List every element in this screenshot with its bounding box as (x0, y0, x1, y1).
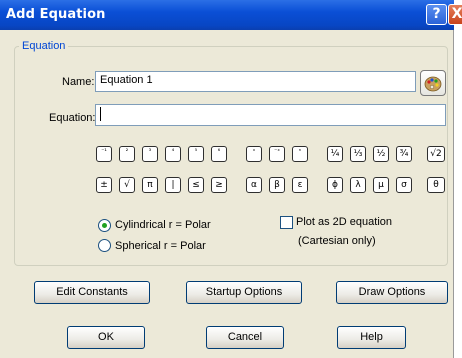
symbol-button-abs[interactable]: | (165, 177, 181, 193)
equation-input[interactable] (95, 104, 446, 126)
ok-button[interactable]: OK (67, 326, 145, 349)
symbol-button-three-quarters[interactable]: ¾ (396, 146, 412, 162)
symbol-button-third[interactable]: ⅓ (350, 146, 366, 162)
symbol-button-phi[interactable]: ϕ (327, 177, 343, 193)
text-caret (100, 107, 101, 121)
symbol-button-square[interactable]: ² (119, 146, 135, 162)
plot-2d-sublabel: (Cartesian only) (298, 235, 376, 247)
symbol-button-epsilon[interactable]: ε (292, 177, 308, 193)
symbol-button-alpha[interactable]: α (246, 177, 262, 193)
symbol-button-beta[interactable]: β (269, 177, 285, 193)
title-bar[interactable]: Add Equation ? X (0, 0, 462, 30)
equation-group-legend: Equation (19, 40, 69, 52)
symbol-button-power4[interactable]: ⁴ (165, 146, 181, 162)
palette-icon (424, 76, 442, 92)
name-label: Name: (62, 76, 95, 88)
spherical-radio[interactable] (98, 239, 111, 252)
symbol-button-sqrt[interactable]: √ (119, 177, 135, 193)
cylindrical-radio-label[interactable]: Cylindrical r = Polar (115, 219, 211, 231)
spherical-radio-label[interactable]: Spherical r = Polar (115, 240, 206, 252)
symbol-button-power5[interactable]: ⁵ (188, 146, 204, 162)
help-button[interactable]: Help (337, 326, 406, 349)
symbol-button-geq[interactable]: ≥ (211, 177, 227, 193)
close-title-button[interactable]: X (448, 4, 462, 25)
window-title: Add Equation (6, 7, 106, 22)
symbol-button-pi[interactable]: π (142, 177, 158, 193)
edit-constants-button[interactable]: Edit Constants (34, 281, 150, 304)
help-title-button[interactable]: ? (426, 4, 447, 25)
equation-label: Equation: (49, 112, 96, 124)
color-picker-button[interactable] (420, 70, 446, 96)
name-input[interactable]: Equation 1 (95, 71, 416, 92)
symbol-button-leq[interactable]: ≤ (188, 177, 204, 193)
symbol-button-theta[interactable]: θ (427, 177, 445, 193)
plot-2d-label[interactable]: Plot as 2D equation (296, 216, 392, 228)
symbol-button-half[interactable]: ½ (373, 146, 389, 162)
symbol-button-power-negx[interactable]: ⁻ˣ (269, 146, 285, 162)
symbol-button-power-n[interactable]: ⁿ (292, 146, 308, 162)
plot-2d-checkbox[interactable] (280, 216, 293, 229)
symbol-button-lambda[interactable]: λ (350, 177, 366, 193)
draw-options-button[interactable]: Draw Options (336, 281, 448, 304)
symbol-button-sigma[interactable]: σ (396, 177, 412, 193)
symbol-button-sqrt2[interactable]: √2 (427, 146, 445, 162)
symbol-button-quarter[interactable]: ¼ (327, 146, 343, 162)
symbol-button-cube[interactable]: ³ (142, 146, 158, 162)
add-equation-dialog: Add Equation ? X Equation Name: Equation… (0, 0, 462, 358)
startup-options-button[interactable]: Startup Options (186, 281, 302, 304)
symbol-button-inverse[interactable]: ⁻¹ (96, 146, 112, 162)
cancel-button[interactable]: Cancel (206, 326, 284, 349)
cylindrical-radio[interactable] (98, 219, 111, 232)
symbol-button-power6[interactable]: ⁶ (211, 146, 227, 162)
symbol-button-plus-minus[interactable]: ± (96, 177, 112, 193)
symbol-button-mu[interactable]: μ (373, 177, 389, 193)
symbol-button-power-x[interactable]: ˣ (246, 146, 262, 162)
